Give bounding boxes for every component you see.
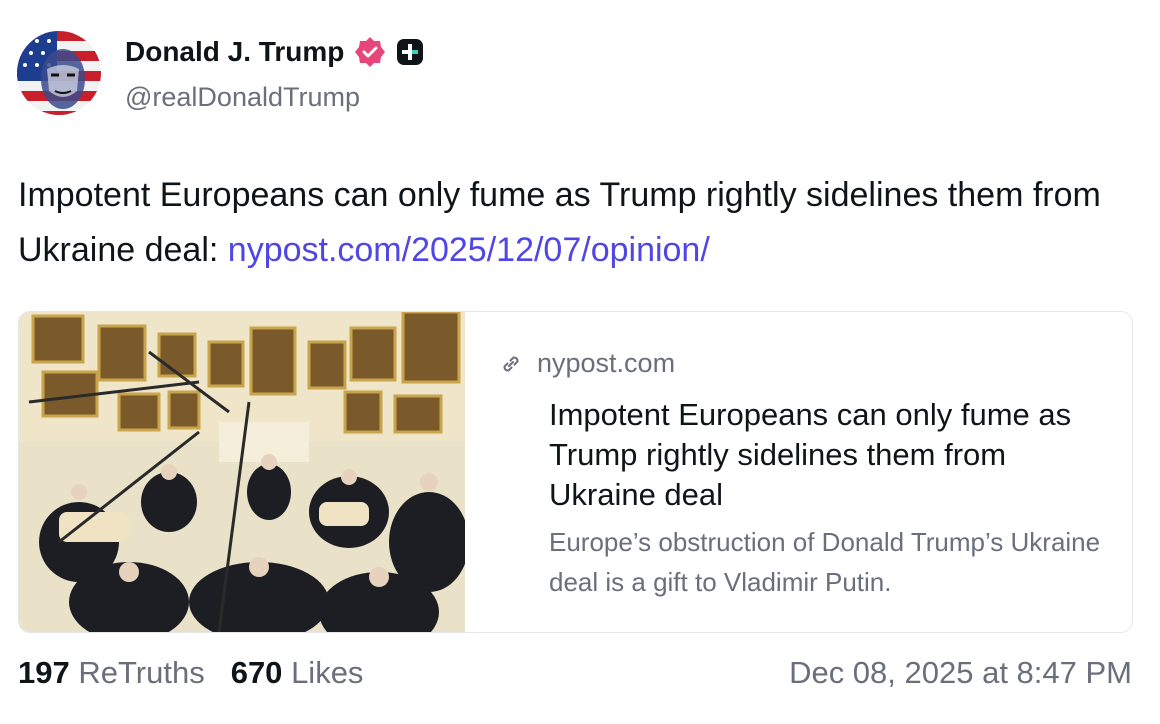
retruths-count: 197: [18, 655, 70, 690]
likes-stat[interactable]: 670 Likes: [231, 655, 364, 691]
author-handle[interactable]: @realDonaldTrump: [125, 82, 360, 113]
retruths-label: ReTruths: [78, 655, 205, 690]
author-name-row: Donald J. Trump: [125, 36, 424, 68]
link-icon: [503, 355, 519, 372]
post-stats: 197 ReTruths 670 Likes: [18, 655, 363, 691]
avatar[interactable]: [17, 31, 101, 115]
retruths-stat[interactable]: 197 ReTruths: [18, 655, 205, 691]
post-timestamp[interactable]: Dec 08, 2025 at 8:47 PM: [789, 655, 1132, 691]
link-preview-card[interactable]: nypost.com Impotent Europeans can only f…: [18, 311, 1133, 633]
verified-badge-icon: [355, 37, 386, 67]
avatar-flag-portrait: [17, 31, 101, 115]
card-title[interactable]: Impotent Europeans can only fume as Trum…: [549, 395, 1114, 515]
likes-count: 670: [230, 655, 283, 690]
post-text: Impotent Europeans can only fume as Trum…: [18, 168, 1128, 278]
post-link[interactable]: nypost.com/2025/12/07/opinion/: [228, 231, 710, 269]
card-domain-row: nypost.com: [499, 348, 675, 379]
author-display-name[interactable]: Donald J. Trump: [125, 36, 344, 68]
plus-badge-icon: [397, 39, 424, 65]
likes-label: Likes: [291, 655, 364, 690]
card-domain: nypost.com: [537, 348, 676, 378]
card-description: Europe’s obstruction of Donald Trump’s U…: [549, 527, 1101, 597]
oval-office-photo: [19, 312, 465, 632]
